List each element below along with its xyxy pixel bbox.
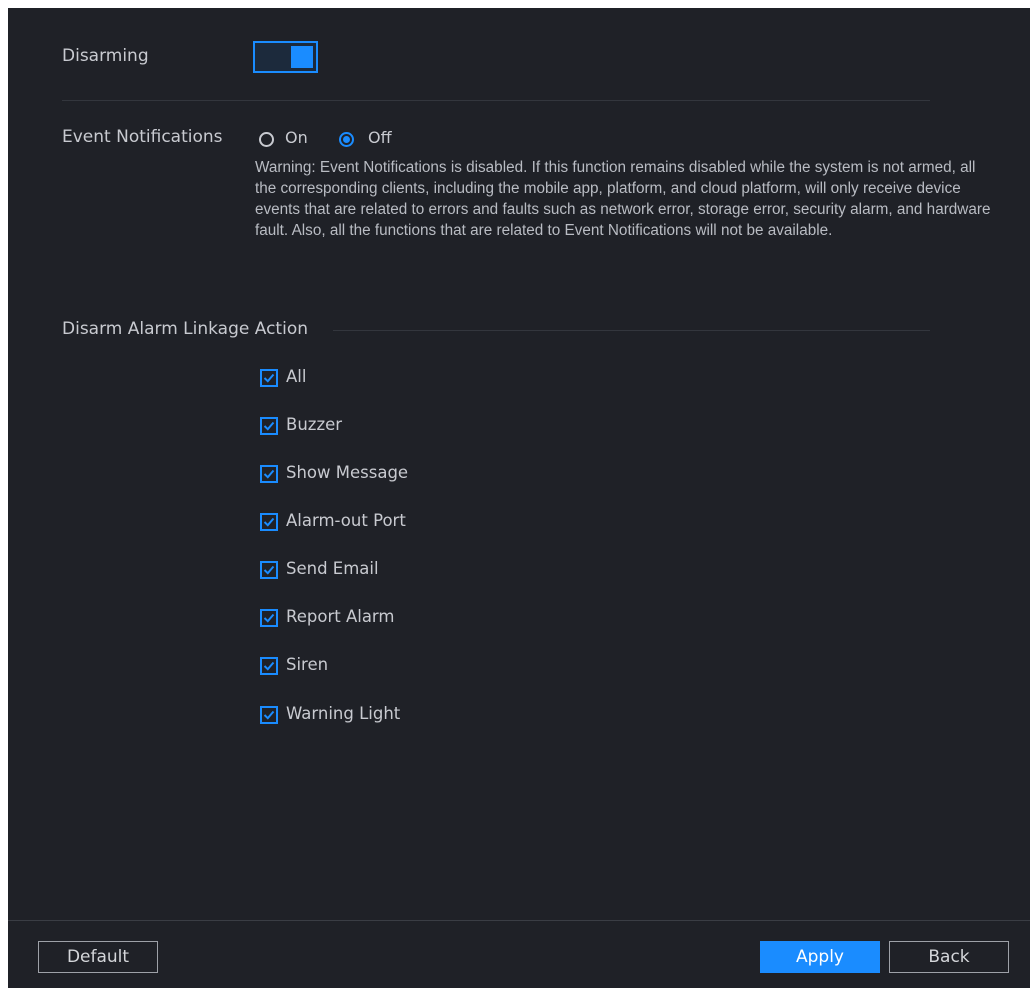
radio-on-label[interactable]: On xyxy=(285,128,308,147)
checkbox-label: Alarm-out Port xyxy=(286,511,406,530)
checkbox[interactable] xyxy=(260,369,278,387)
checkbox-label: Siren xyxy=(286,655,329,674)
back-button[interactable]: Back xyxy=(889,941,1009,973)
divider xyxy=(62,100,930,101)
checkbox[interactable] xyxy=(260,609,278,627)
footer-divider xyxy=(8,920,1030,921)
checkbox[interactable] xyxy=(260,513,278,531)
checkmark-icon xyxy=(263,517,275,527)
apply-button[interactable]: Apply xyxy=(760,941,880,973)
checkbox-label: Send Email xyxy=(286,559,379,578)
checkmark-icon xyxy=(263,613,275,623)
checkmark-icon xyxy=(263,421,275,431)
disarming-toggle[interactable] xyxy=(253,41,318,73)
checkbox[interactable] xyxy=(260,465,278,483)
settings-panel: Disarming Event Notifications On Off War… xyxy=(8,8,1030,988)
checkmark-icon xyxy=(263,373,275,383)
checkbox-label: Report Alarm xyxy=(286,607,395,626)
checkbox[interactable] xyxy=(260,706,278,724)
radio-off-label[interactable]: Off xyxy=(368,128,392,147)
checkmark-icon xyxy=(263,469,275,479)
checkbox-label: All xyxy=(286,367,307,386)
checkbox[interactable] xyxy=(260,561,278,579)
checkbox[interactable] xyxy=(260,417,278,435)
default-button[interactable]: Default xyxy=(38,941,158,973)
checkmark-icon xyxy=(263,661,275,671)
checkmark-icon xyxy=(263,710,275,720)
divider xyxy=(333,330,930,331)
toggle-knob xyxy=(291,46,313,68)
checkbox-label: Show Message xyxy=(286,463,409,482)
disarming-label: Disarming xyxy=(62,46,149,66)
checkbox-label: Warning Light xyxy=(286,704,401,723)
checkbox[interactable] xyxy=(260,657,278,675)
checkbox-label: Buzzer xyxy=(286,415,343,434)
linkage-title: Disarm Alarm Linkage Action xyxy=(62,319,308,339)
radio-off[interactable] xyxy=(339,132,354,147)
checkmark-icon xyxy=(263,565,275,575)
warning-text: Warning: Event Notifications is disabled… xyxy=(255,159,991,239)
event-notifications-label: Event Notifications xyxy=(62,127,223,147)
radio-on[interactable] xyxy=(259,132,274,147)
